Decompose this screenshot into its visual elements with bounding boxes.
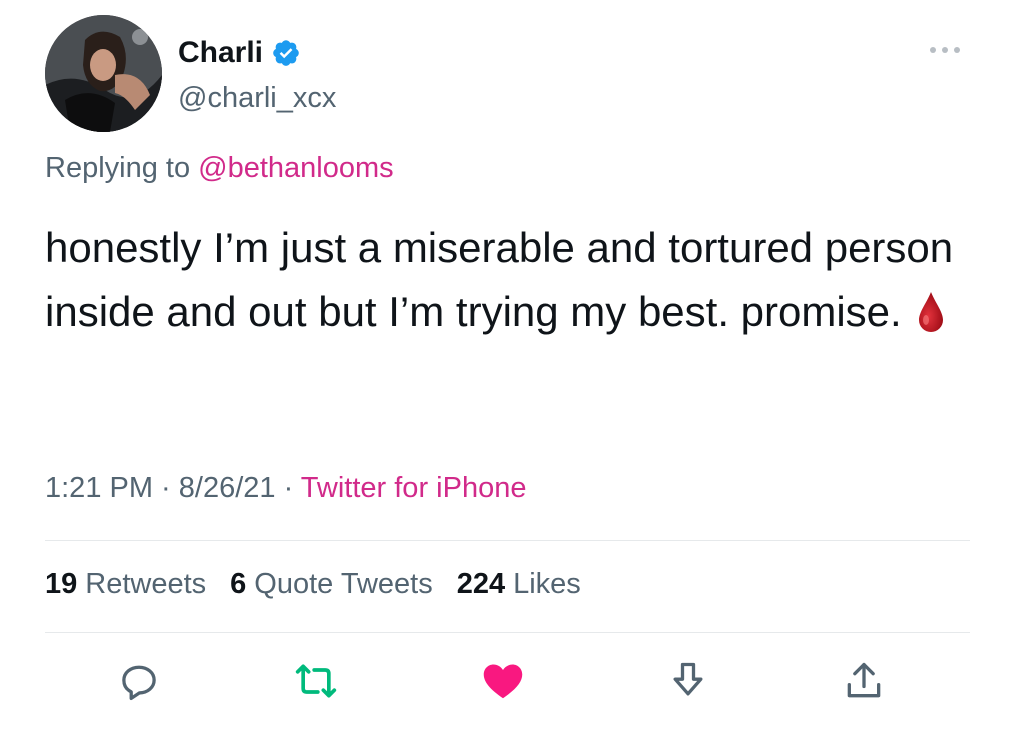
avatar[interactable] (45, 15, 162, 132)
tweet-time[interactable]: 1:21 PM (45, 472, 153, 504)
reply-icon (122, 665, 156, 701)
like-icon (483, 664, 523, 699)
share-icon (847, 662, 881, 698)
tweet-text: honestly I’m just a miserable and tortur… (45, 216, 985, 344)
author-name-row: Charli (178, 36, 301, 70)
quote-tweets-count: 6 (230, 568, 247, 600)
reply-mention-link[interactable]: @bethanlooms (198, 152, 394, 184)
tweet-metadata: 1:21 PM · 8/26/21 · Twitter for iPhone (45, 472, 526, 505)
retweets-label: Retweets (85, 568, 207, 600)
divider (45, 540, 970, 541)
divider (45, 632, 970, 633)
verified-badge-icon (271, 38, 301, 68)
tweet-card: Charli @charli_xcx Replying to @bethanlo… (0, 0, 1024, 739)
drop-of-blood-icon (916, 288, 946, 332)
meta-separator: · (153, 472, 179, 504)
bookmark-icon (673, 662, 703, 696)
tweet-date[interactable]: 8/26/21 (179, 472, 276, 504)
save-button[interactable] (662, 655, 714, 707)
display-name[interactable]: Charli (178, 36, 263, 70)
retweets-stat[interactable]: 19 Retweets (45, 568, 206, 601)
tweet-source-link[interactable]: Twitter for iPhone (301, 472, 527, 504)
meta-separator: · (275, 472, 301, 504)
replying-prefix: Replying to (45, 152, 199, 184)
more-options-icon[interactable] (926, 40, 964, 60)
avatar-photo (45, 15, 162, 132)
retweet-icon (295, 664, 337, 698)
share-button[interactable] (838, 655, 890, 707)
likes-count: 224 (456, 568, 506, 600)
like-button[interactable] (477, 655, 529, 707)
retweet-button[interactable] (290, 655, 342, 707)
quote-tweets-label: Quote Tweets (254, 568, 433, 600)
engagement-stats: 19 Retweets 6 Quote Tweets 224 Likes (45, 568, 581, 601)
likes-stat[interactable]: 224 Likes (457, 568, 581, 601)
retweets-count: 19 (45, 568, 78, 600)
quote-tweets-stat[interactable]: 6 Quote Tweets (230, 568, 433, 601)
tweet-body: honestly I’m just a miserable and tortur… (45, 224, 954, 335)
action-bar (0, 655, 1024, 715)
author-handle[interactable]: @charli_xcx (178, 82, 336, 115)
replying-to: Replying to @bethanlooms (45, 152, 394, 185)
reply-button[interactable] (113, 655, 165, 707)
likes-label: Likes (513, 568, 581, 600)
